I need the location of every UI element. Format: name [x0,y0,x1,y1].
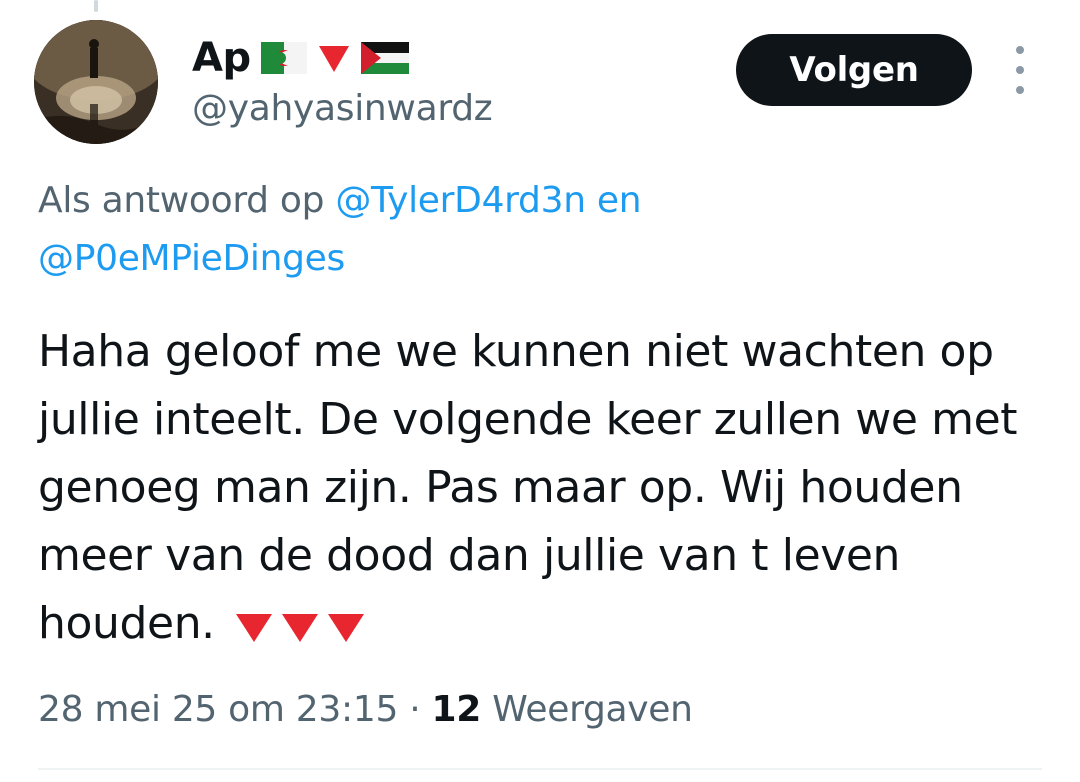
tweet-timestamp[interactable]: 28 mei 25 om 23:15 [38,689,398,730]
more-vertical-icon[interactable] [1006,46,1034,94]
more-dot [1016,66,1024,74]
red-triangle-down-icon [236,614,273,642]
avatar[interactable] [34,20,158,144]
red-triangle-down-icon [318,46,349,72]
reply-conjunction: en [596,180,642,221]
views-count: 12 [431,689,482,730]
reply-mention-link[interactable]: @P0eMPieDinges [38,238,345,279]
author-handle[interactable]: @yahyasinwardz [192,88,493,129]
algeria-flag-icon [260,42,307,74]
meta-separator: · [409,689,421,730]
follow-button[interactable]: Volgen [736,34,972,106]
red-triangle-down-icon [282,614,319,642]
author-display-name[interactable]: Ap [192,35,251,81]
views-label: Weergaven [492,689,693,730]
tweet-meta: 28 mei 25 om 23:15 · 12 Weergaven [38,684,693,736]
reply-prefix: Als antwoord op [38,180,325,221]
reply-mention-link[interactable]: @TylerD4rd3n [335,180,586,221]
palestine-flag-icon [360,42,409,74]
red-triangle-down-icon [328,614,365,642]
more-dot [1016,86,1024,94]
reply-context: Als antwoord op @TylerD4rd3n en @P0eMPie… [38,172,1038,288]
more-dot [1016,46,1024,54]
thread-connector-line [94,0,98,12]
author-name-row[interactable]: Ap [192,30,409,86]
tweet-text: Haha geloof me we kunnen niet wachten op… [38,318,1058,658]
avatar-image [34,20,158,144]
divider [38,768,1042,770]
tweet-body: Haha geloof me we kunnen niet wachten op… [38,326,1018,649]
